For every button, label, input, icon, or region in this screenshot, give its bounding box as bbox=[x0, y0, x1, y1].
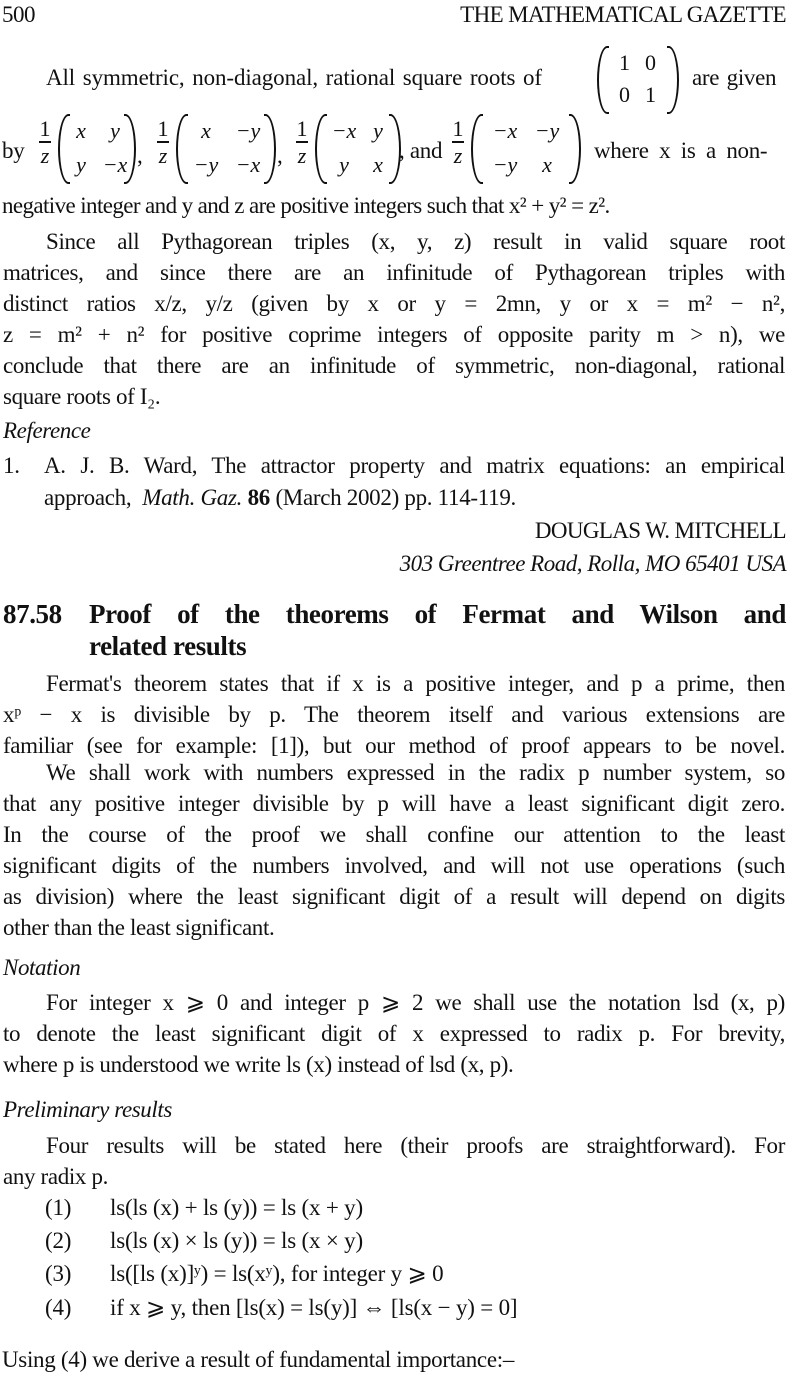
result-item: (3) ls([ls (x)]ʸ) = ls(xʸ), for integer y… bbox=[45, 1261, 444, 1287]
text-line: other than the least significant. bbox=[3, 915, 275, 940]
left-paren bbox=[597, 46, 609, 114]
comma: , bbox=[277, 143, 283, 168]
intro-line-1-text: All symmetric, non-diagonal, rational sq… bbox=[46, 65, 542, 90]
right-paren bbox=[667, 46, 679, 114]
reference-author-line: A. J. B. Ward, The attractor property an… bbox=[44, 453, 785, 478]
text-line: significant digits of the numbers involv… bbox=[3, 853, 785, 878]
matrix-cell: y bbox=[76, 152, 86, 177]
article-number: 87.58 bbox=[3, 599, 62, 629]
matrix-cell: 0 bbox=[619, 82, 630, 107]
paragraph-notation: For integer x ⩾ 0 and integer p ⩾ 2 we s… bbox=[3, 987, 785, 1080]
matrix-cell: −x bbox=[492, 118, 518, 143]
matrix-cell: y bbox=[373, 118, 383, 143]
matrix-cell: 0 bbox=[645, 50, 656, 75]
text-line: For integer x ⩾ 0 and integer p ⩾ 2 we s… bbox=[46, 990, 785, 1015]
matrix-cell: x bbox=[542, 152, 552, 177]
left-paren bbox=[176, 114, 188, 184]
matrix-cell: y bbox=[110, 118, 120, 143]
signature-author: DOUGLAS W. MITCHELL bbox=[534, 518, 787, 543]
reference-prefix: approach, bbox=[44, 485, 132, 510]
matrix-2: x −y −y −x bbox=[176, 114, 276, 184]
result-formula: ls(ls (x) + ls (y)) = ls (x + y) bbox=[110, 1195, 363, 1220]
text-line: Fermat's theorem states that if x is a p… bbox=[46, 671, 785, 696]
text-line: xᵖ − x is divisible by p. The theorem it… bbox=[3, 702, 785, 727]
notation-heading: Notation bbox=[3, 955, 81, 980]
matrix-cell: −x bbox=[331, 118, 357, 143]
matrix-3: −x y y x bbox=[315, 114, 401, 184]
text-line: that any positive integer divisible by p… bbox=[3, 791, 785, 816]
paragraph-fermat: Fermat's theorem states that if x is a p… bbox=[3, 668, 785, 761]
fraction-one-over-z: 1z bbox=[452, 116, 464, 168]
fraction-one-over-z: 1z bbox=[157, 116, 169, 168]
result-item: (4) if x ⩾ y, then [ls(x) = ls(y)] ⇔ [ls(… bbox=[45, 1295, 518, 1321]
right-paren bbox=[569, 114, 581, 184]
matrix-cell: x bbox=[76, 118, 86, 143]
text-line: Since all Pythagorean triples (x, y, z) … bbox=[46, 229, 785, 254]
closing-line: Using (4) we derive a result of fundamen… bbox=[2, 1347, 515, 1372]
intro-line-1: All symmetric, non-diagonal, rational sq… bbox=[46, 62, 542, 93]
result-formula: if x ⩾ y, then [ls(x) = ls(y)] ⇔ [ls(x −… bbox=[110, 1295, 518, 1320]
result-formula: ls(ls (x) × ls (y)) = ls (x × y) bbox=[110, 1228, 363, 1253]
journal-title: THE MATHEMATICAL GAZETTE bbox=[460, 2, 786, 27]
matrix-cell: −y bbox=[534, 118, 560, 143]
matrix-cell: 1 bbox=[645, 82, 656, 107]
reference-citation-line: approach, Math. Gaz. 86 (March 2002) pp.… bbox=[44, 482, 516, 513]
by-word: by bbox=[2, 138, 25, 163]
reference-heading: Reference bbox=[3, 418, 91, 443]
text-line: square roots of I₂. bbox=[3, 384, 161, 409]
fraction-one-over-z: 1z bbox=[296, 116, 308, 168]
text-line: to denote the least significant digit of… bbox=[3, 1021, 785, 1046]
text-line: as division) where the least significant… bbox=[3, 884, 785, 909]
matrix-cell: x bbox=[373, 152, 383, 177]
matrix-cell: 1 bbox=[619, 50, 630, 75]
matrix-cell: −y bbox=[193, 152, 219, 177]
text-line: any radix p. bbox=[3, 1164, 109, 1189]
text-line: conclude that there are an infinitude of… bbox=[3, 353, 785, 378]
text-line: In the course of the proof we shall conf… bbox=[3, 822, 785, 847]
result-item: (1) ls(ls (x) + ls (y)) = ls (x + y) bbox=[45, 1195, 363, 1221]
article-title-line-1: Proof of the theorems of Fermat and Wils… bbox=[89, 599, 786, 629]
comma: , bbox=[137, 143, 143, 168]
matrix-4: −x −y −y x bbox=[471, 114, 581, 184]
paragraph-preliminary: Four results will be stated here (their … bbox=[3, 1130, 785, 1192]
text-line: We shall work with numbers expressed in … bbox=[46, 760, 785, 785]
result-item: (2) ls(ls (x) × ls (y)) = ls (x × y) bbox=[45, 1228, 363, 1254]
page-number: 500 bbox=[2, 2, 36, 27]
matrix-cell: −y bbox=[235, 118, 261, 143]
signature-address: 303 Greentree Road, Rolla, MO 65401 USA bbox=[399, 551, 787, 576]
matrix-cell: −y bbox=[492, 152, 518, 177]
text-line: z = m² + n² for positive coprime integer… bbox=[3, 322, 785, 347]
matrix-cell: y bbox=[339, 152, 349, 177]
preliminary-heading: Preliminary results bbox=[3, 1097, 172, 1122]
text-line: Four results will be stated here (their … bbox=[46, 1133, 785, 1158]
left-paren bbox=[471, 114, 483, 184]
matrix-cell: −x bbox=[102, 152, 128, 177]
reference-number: 1. bbox=[3, 453, 20, 478]
result-formula: ls([ls (x)]ʸ) = ls(xʸ), for integer y ⩾ … bbox=[110, 1261, 444, 1286]
text-line: matrices, and since there are an infinit… bbox=[3, 260, 785, 285]
matrix-cell: −x bbox=[235, 152, 261, 177]
matrix-cell: x bbox=[201, 118, 211, 143]
result-label: (4) bbox=[45, 1295, 72, 1320]
intro-line-1-tail: are given bbox=[692, 65, 777, 90]
paragraph-radix: We shall work with numbers expressed in … bbox=[3, 757, 785, 943]
paragraph-pythagorean: Since all Pythagorean triples (x, y, z) … bbox=[3, 226, 785, 412]
intro-line-3: negative integer and y and z are positiv… bbox=[2, 193, 610, 218]
article-title-line-2: related results bbox=[89, 631, 247, 661]
and-word: , and bbox=[399, 138, 443, 163]
matrix-1: x y y −x bbox=[58, 114, 136, 184]
result-label: (1) bbox=[45, 1195, 72, 1220]
reference-details: (March 2002) pp. 114-119. bbox=[275, 485, 516, 510]
intro-line-2-tail: where x is a non- bbox=[594, 138, 768, 163]
reference-journal: Math. Gaz. bbox=[142, 485, 243, 510]
identity-matrix: 1 0 0 1 bbox=[597, 46, 679, 114]
reference-volume: 86 bbox=[247, 485, 271, 510]
fraction-one-over-z: 1z bbox=[39, 116, 51, 168]
result-label: (3) bbox=[45, 1261, 72, 1286]
text-line: where p is understood we write ls (x) in… bbox=[3, 1052, 514, 1077]
result-label: (2) bbox=[45, 1228, 72, 1253]
text-line: distinct ratios x/z, y/z (given by x or … bbox=[3, 291, 785, 316]
